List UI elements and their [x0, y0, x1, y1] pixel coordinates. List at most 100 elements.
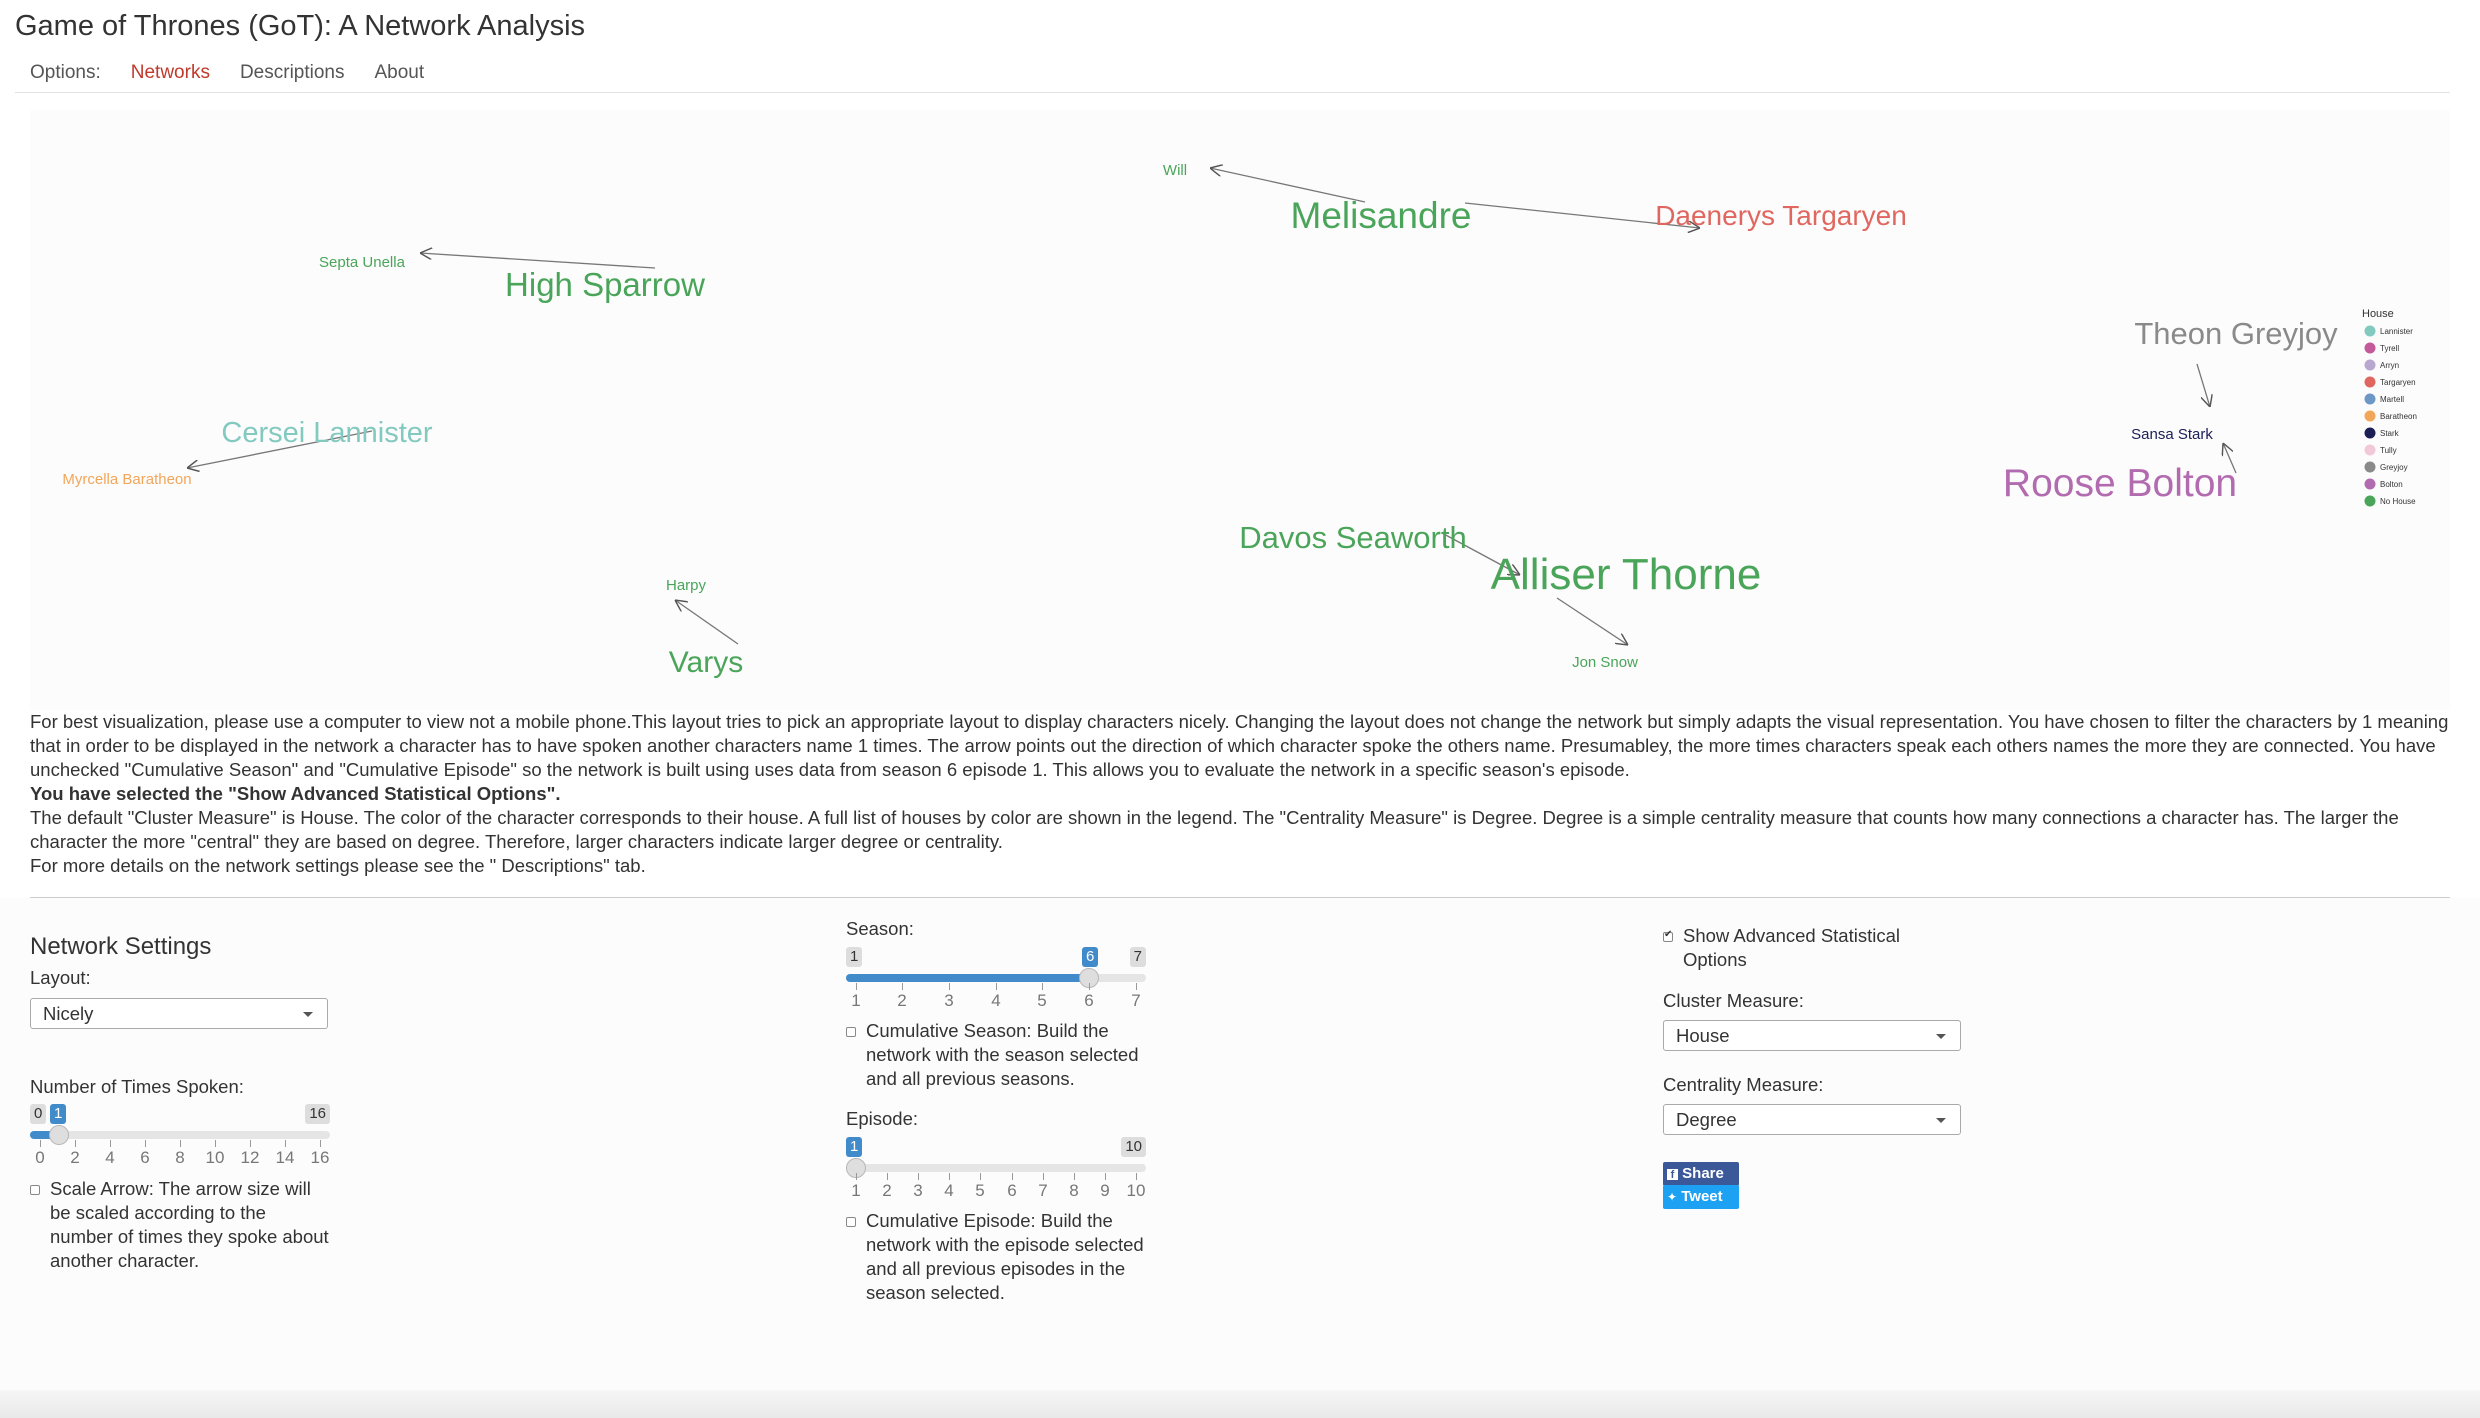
node-high-sparrow[interactable]: High Sparrow [505, 266, 705, 303]
cumulative-episode-checkbox[interactable] [846, 1217, 856, 1227]
tweet-button[interactable]: ✦ Tweet [1663, 1185, 1739, 1209]
season-value-label: 6 [1082, 947, 1099, 967]
episode-tick-label: 2 [882, 1181, 892, 1200]
times-tick-label: 4 [105, 1148, 115, 1167]
network-svg: Will Melisandre Daenerys Targaryen Septa… [62, 162, 2417, 679]
times-tick-label: 0 [35, 1148, 45, 1167]
legend-label-baratheon: Baratheon [2380, 412, 2417, 421]
times-value-label: 1 [50, 1104, 67, 1124]
legend-label-martell: Martell [2380, 395, 2404, 404]
episode-tick-label: 5 [975, 1181, 985, 1200]
season-min-label: 1 [846, 947, 863, 967]
legend-swatch-arryn [2364, 359, 2376, 371]
settings-col-right: Show Advanced Statistical Options Cluste… [1663, 898, 2123, 1418]
advanced-options-checkbox[interactable] [1663, 929, 1673, 942]
cluster-select[interactable]: House [1663, 1020, 1961, 1051]
edge-alliser-jon [1556, 597, 1628, 645]
tab-descriptions[interactable]: Descriptions [225, 54, 360, 92]
edge-varys-harpy [675, 600, 739, 645]
layout-label: Layout: [30, 967, 91, 988]
times-track[interactable] [30, 1131, 330, 1139]
node-myrcella[interactable]: Myrcella Baratheon [62, 471, 191, 488]
layout-select[interactable]: Nicely [30, 998, 328, 1029]
times-label: Number of Times Spoken: [30, 1076, 244, 1097]
episode-tick-label: 10 [1126, 1181, 1146, 1200]
settings-heading: Network Settings [30, 933, 212, 960]
cumulative-season-checkbox[interactable] [846, 1027, 856, 1037]
centrality-select[interactable]: Degree [1663, 1104, 1961, 1135]
times-handle[interactable] [49, 1125, 69, 1145]
slider-tick [110, 1140, 111, 1147]
layout-select-value: Nicely [43, 1003, 94, 1024]
slider-tick [40, 1140, 41, 1147]
tab-networks[interactable]: Networks [116, 54, 225, 92]
legend-swatch-bolton [2364, 478, 2376, 490]
chevron-down-icon [1936, 1118, 1946, 1123]
season-slider[interactable]: 1 6 7 1 2 3 4 5 6 7 [846, 947, 1146, 1010]
node-jon[interactable]: Jon Snow [1572, 654, 1638, 671]
times-tick-label: 12 [240, 1148, 260, 1167]
legend-swatch-no-house [2364, 495, 2376, 507]
episode-label: Episode: [846, 1108, 918, 1129]
node-melisandre[interactable]: Melisandre [1291, 195, 1472, 236]
episode-tick-label: 9 [1100, 1181, 1110, 1200]
slider-tick [856, 983, 857, 990]
scale-arrow-checkbox[interactable] [30, 1185, 40, 1195]
legend-label-greyjoy: Greyjoy [2380, 463, 2408, 472]
times-max-label: 16 [305, 1104, 330, 1124]
times-tick-label: 2 [70, 1148, 80, 1167]
cluster-label: Cluster Measure: [1663, 990, 1804, 1011]
navbar: Options: Networks Descriptions About [15, 54, 2450, 93]
node-cersei[interactable]: Cersei Lannister [221, 417, 432, 449]
chevron-down-icon [303, 1012, 313, 1017]
node-theon[interactable]: Theon Greyjoy [2134, 316, 2338, 351]
legend-label-targaryen: Targaryen [2380, 378, 2416, 387]
episode-slider[interactable]: 1 10 1 2 3 4 5 6 7 8 9 10 [846, 1137, 1146, 1200]
times-tick-label: 16 [310, 1148, 330, 1167]
node-varys[interactable]: Varys [669, 646, 743, 679]
season-label: Season: [846, 918, 914, 939]
tab-about[interactable]: About [360, 54, 440, 92]
page-title: Game of Thrones (GoT): A Network Analysi… [15, 10, 586, 42]
legend-swatch-targaryen [2364, 376, 2376, 388]
description-advanced: You have selected the "Show Advanced Sta… [30, 783, 561, 804]
times-tick-label: 10 [205, 1148, 225, 1167]
slider-tick [1074, 1173, 1075, 1180]
description-measures: The default "Cluster Measure" is House. … [30, 807, 2399, 852]
node-daenerys[interactable]: Daenerys Targaryen [1655, 200, 1907, 231]
slider-tick [75, 1140, 76, 1147]
slider-tick [145, 1140, 146, 1147]
node-harpy[interactable]: Harpy [666, 577, 707, 594]
season-tick-label: 2 [897, 991, 907, 1010]
times-slider[interactable]: 0 1 16 0 2 4 6 8 10 12 14 16 [30, 1104, 330, 1167]
cumulative-season-label: Cumulative Season: Build the network wit… [866, 1020, 1139, 1089]
episode-track[interactable] [846, 1164, 1146, 1172]
slider-tick [250, 1140, 251, 1147]
nav-brand: Options: [30, 62, 101, 83]
chevron-down-icon [1936, 1034, 1946, 1039]
node-septa-unella[interactable]: Septa Unella [319, 254, 406, 271]
node-sansa[interactable]: Sansa Stark [2131, 426, 2213, 443]
slider-tick [1043, 1173, 1044, 1180]
episode-tick-label: 6 [1007, 1181, 1017, 1200]
facebook-share-button[interactable]: f Share [1663, 1162, 1739, 1186]
episode-max-label: 10 [1121, 1137, 1146, 1157]
node-davos[interactable]: Davos Seaworth [1239, 520, 1466, 555]
bottom-bar [0, 1390, 2480, 1418]
node-alliser[interactable]: Alliser Thorne [1491, 550, 1762, 599]
legend-label-lannister: Lannister [2380, 327, 2413, 336]
legend-title: House [2362, 308, 2394, 320]
node-roose[interactable]: Roose Bolton [2003, 462, 2237, 505]
times-min-label: 0 [30, 1104, 47, 1124]
season-tick-label: 6 [1084, 991, 1094, 1010]
node-will[interactable]: Will [1163, 162, 1187, 179]
network-plot[interactable]: Will Melisandre Daenerys Targaryen Septa… [30, 110, 2450, 710]
settings-col-left: Network Settings Layout: Nicely Number o… [30, 898, 490, 1418]
edge-theon-sansa [2196, 363, 2210, 407]
legend-label-bolton: Bolton [2380, 480, 2403, 489]
slider-tick [918, 1173, 919, 1180]
cluster-select-value: House [1676, 1025, 1730, 1046]
times-tick-label: 8 [175, 1148, 185, 1167]
slider-tick [1136, 1173, 1137, 1180]
legend-swatch-lannister [2364, 325, 2376, 337]
